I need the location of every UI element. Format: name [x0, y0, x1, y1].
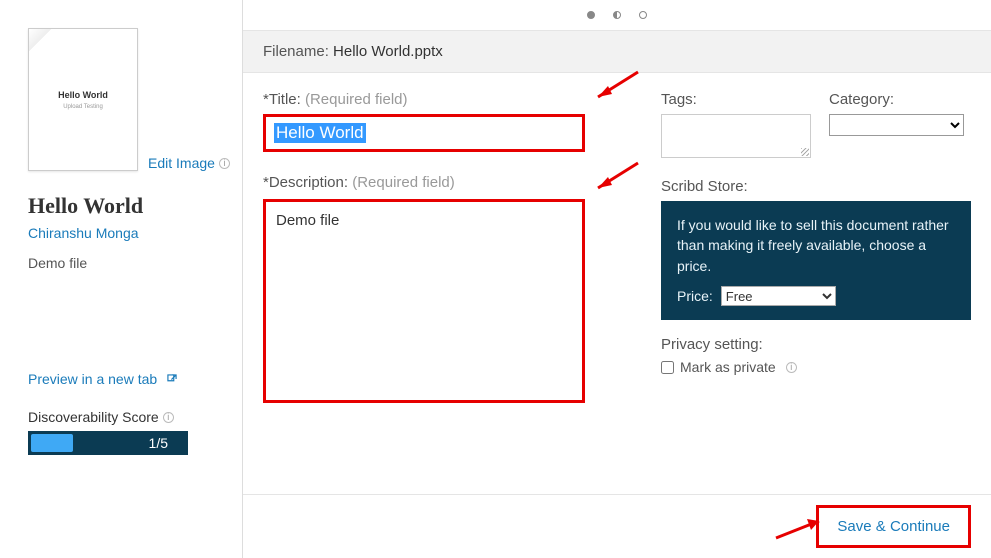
document-title: Hello World: [28, 193, 242, 219]
step-indicator: [243, 0, 991, 30]
description-input[interactable]: Demo file: [263, 199, 585, 403]
discoverability-value: 1/5: [149, 435, 168, 451]
form-area: *Title: (Required field) Hello World *De…: [243, 73, 991, 494]
category-select[interactable]: [829, 114, 964, 136]
step-dot-2: [613, 11, 621, 19]
filename-label: Filename:: [263, 43, 329, 60]
description-hint: (Required field): [352, 174, 455, 191]
discoverability-bar: 1/5: [28, 431, 188, 455]
preview-link[interactable]: Preview in a new tab: [28, 371, 242, 387]
price-label: Price:: [677, 286, 713, 306]
step-dot-3: [639, 11, 647, 19]
private-checkbox[interactable]: [661, 361, 674, 374]
external-link-icon: [165, 372, 179, 386]
document-thumbnail: Hello World Upload Testing: [28, 28, 138, 171]
info-icon: i: [786, 362, 797, 373]
price-select[interactable]: Free: [721, 286, 836, 306]
private-checkbox-label: Mark as private: [680, 359, 776, 375]
privacy-label: Privacy setting:: [661, 336, 971, 353]
step-dot-1: [587, 11, 595, 19]
save-continue-button[interactable]: Save & Continue: [816, 505, 971, 548]
description-label: *Description:: [263, 174, 348, 191]
filename-bar: Filename: Hello World.pptx: [243, 30, 991, 73]
title-input-value: Hello World: [274, 123, 366, 143]
title-label: *Title:: [263, 91, 301, 108]
title-hint: (Required field): [305, 91, 408, 108]
discoverability-label: Discoverability Score i: [28, 409, 242, 425]
tags-input[interactable]: [661, 114, 811, 158]
thumb-subtitle: Upload Testing: [63, 104, 103, 110]
store-label: Scribd Store:: [661, 178, 971, 195]
category-label: Category:: [829, 91, 964, 108]
description-input-value: Demo file: [276, 212, 339, 229]
footer: Save & Continue: [243, 494, 991, 558]
main-panel: Filename: Hello World.pptx *Title: (Requ…: [243, 0, 991, 558]
document-description: Demo file: [28, 255, 242, 271]
store-box: If you would like to sell this document …: [661, 201, 971, 320]
store-text: If you would like to sell this document …: [677, 215, 955, 276]
info-icon: i: [219, 158, 230, 169]
author-link[interactable]: Chiranshu Monga: [28, 225, 242, 241]
thumb-title: Hello World: [58, 90, 108, 100]
filename-value: Hello World.pptx: [333, 43, 443, 60]
title-input[interactable]: Hello World: [263, 114, 585, 152]
tags-label: Tags:: [661, 91, 811, 108]
sidebar: Hello World Upload Testing Edit Image i …: [0, 0, 243, 558]
info-icon: i: [163, 412, 174, 423]
discoverability-bar-fill: [31, 434, 73, 452]
edit-image-link[interactable]: Edit Image i: [148, 155, 230, 171]
